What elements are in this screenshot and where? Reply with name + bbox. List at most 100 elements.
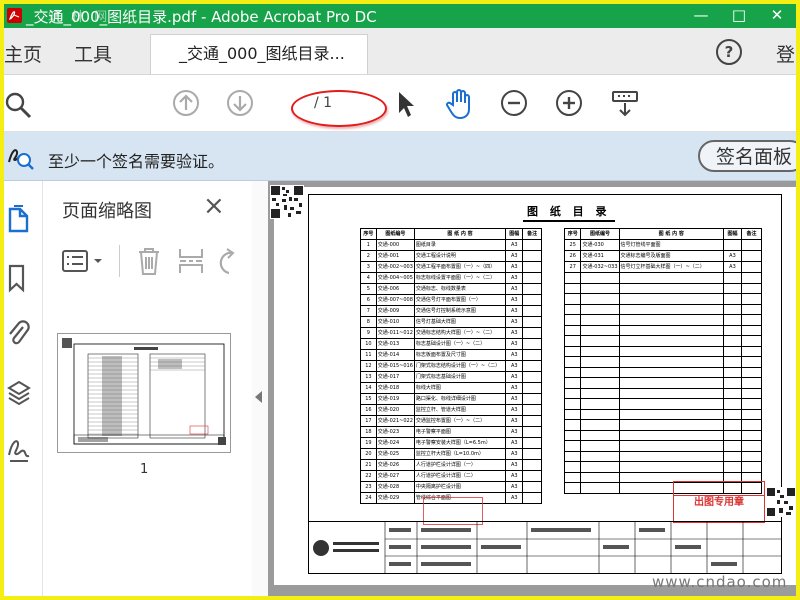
signature-panel-button[interactable]: 签名面板 — [698, 140, 796, 172]
delete-page-icon[interactable] — [135, 245, 163, 277]
hand-tool-icon[interactable] — [444, 87, 476, 121]
header-code: 图纸编号 — [375, 228, 415, 240]
cell-size: A3 — [505, 360, 524, 372]
cell-content: 交通标志、标线数量表 — [413, 283, 507, 295]
bookmark-icon[interactable] — [6, 263, 28, 293]
cell-size: A3 — [722, 261, 743, 273]
prev-page-icon[interactable] — [172, 89, 200, 117]
cell-seq: 22 — [360, 470, 377, 482]
cell-note — [522, 283, 542, 295]
cell-seq: 17 — [360, 415, 377, 427]
cell-code: 交通-017 — [375, 371, 415, 383]
empty-cell — [741, 419, 762, 431]
zoom-in-icon[interactable] — [555, 89, 583, 117]
empty-table-row — [563, 450, 762, 462]
cell-code: 交通-021~022 — [375, 415, 415, 427]
cell-note — [522, 448, 542, 460]
next-page-icon[interactable] — [226, 89, 254, 117]
tab-tools[interactable]: 工具 — [74, 40, 112, 67]
header-size: 图幅 — [722, 228, 743, 240]
empty-table-row — [563, 335, 762, 347]
empty-cell — [580, 398, 620, 410]
cell-seq: 16 — [360, 404, 377, 416]
empty-cell — [741, 398, 762, 410]
select-cursor-icon[interactable] — [394, 89, 418, 119]
pdf-page: 图 纸 目 录 序号 图纸编号 图 纸 内 容 图幅 备注 1 交通-000 图纸目… — [270, 185, 796, 585]
empty-cell — [618, 419, 724, 431]
empty-cell — [722, 440, 743, 452]
cell-content: 门架式标志基础设计图 — [413, 371, 507, 383]
stamp-text: 出图专用章 — [694, 497, 744, 508]
empty-cell — [580, 408, 620, 420]
signature-icon[interactable] — [6, 435, 32, 465]
empty-table-row — [563, 356, 762, 368]
minimize-button[interactable]: — — [682, 4, 720, 28]
restore-button[interactable]: □ — [720, 4, 758, 28]
cell-code: 交通-026 — [375, 459, 415, 471]
cell-code: 交通-013 — [375, 338, 415, 350]
page-thumbnails-icon[interactable] — [6, 203, 32, 233]
page-thumbnail[interactable] — [57, 333, 231, 453]
cell-note — [522, 492, 542, 504]
empty-cell — [563, 345, 582, 357]
document-viewport[interactable]: 图 纸 目 录 序号 图纸编号 图 纸 内 容 图幅 备注 1 交通-000 图纸目… — [268, 181, 796, 596]
empty-cell — [741, 440, 762, 452]
empty-cell — [618, 272, 724, 284]
empty-cell — [580, 440, 620, 452]
table-row: 17 交通-021~022 交通监控布置图（一）~（二） A3 — [360, 415, 542, 427]
thumbnail-page-number: 1 — [140, 462, 149, 477]
close-button[interactable]: ✕ — [758, 4, 796, 28]
cell-code: 交通-000 — [375, 239, 415, 251]
cell-note — [522, 261, 542, 273]
attachment-icon[interactable] — [6, 317, 30, 349]
empty-cell — [580, 314, 620, 326]
thumbnail-options-icon[interactable] — [61, 247, 107, 277]
cell-code: 交通-028 — [375, 481, 415, 493]
empty-table-row — [563, 440, 762, 452]
header-code: 图纸编号 — [580, 228, 620, 240]
zoom-out-icon[interactable] — [500, 89, 528, 117]
cell-size: A3 — [505, 327, 524, 339]
thumbnails-pane: 页面缩略图 × 1 — [43, 181, 253, 596]
cell-code: 交通-029 — [375, 492, 415, 504]
cell-size: A3 — [505, 492, 524, 504]
close-pane-button[interactable]: × — [203, 191, 225, 221]
tab-home[interactable]: 主页 — [4, 40, 42, 67]
login-button[interactable]: 登 — [776, 40, 795, 67]
cell-content: 信号灯管线平面图 — [618, 239, 724, 251]
layers-icon[interactable] — [6, 378, 32, 408]
table-row: 27 交通-032~033 信号灯立杆基础大样图（一）~（二） A3 — [563, 261, 762, 273]
rotate-page-icon[interactable] — [217, 245, 237, 277]
extract-page-icon[interactable] — [177, 245, 205, 277]
collapse-pane-handle[interactable] — [252, 181, 268, 596]
empty-cell — [722, 461, 743, 473]
empty-cell — [563, 387, 582, 399]
empty-cell — [722, 345, 743, 357]
empty-cell — [618, 377, 724, 389]
table-row: 26 交通-031 交通标志编号及版面图 A3 — [563, 250, 762, 262]
empty-table-row — [563, 408, 762, 420]
search-icon[interactable] — [4, 91, 34, 121]
help-icon[interactable]: ? — [716, 39, 742, 65]
cell-content: 交通标志结构大样图（一）~（二） — [413, 327, 507, 339]
table-row: 10 交通-013 标志基础设计图（一）~（二） A3 — [360, 338, 542, 350]
cell-size — [722, 239, 743, 251]
cell-note — [741, 239, 762, 251]
title-block-grid — [313, 522, 781, 574]
empty-cell — [580, 335, 620, 347]
empty-cell — [741, 366, 762, 378]
empty-cell — [722, 408, 743, 420]
tab-document[interactable]: _交通_000_图纸目录... — [150, 34, 368, 74]
empty-cell — [563, 272, 582, 284]
read-mode-icon[interactable] — [610, 89, 640, 119]
empty-cell — [741, 356, 762, 368]
table-row: 9 交通-011~012 交通标志结构大样图（一）~（二） A3 — [360, 327, 542, 339]
table-row: 4 交通-004~005 标志标线设置平面图（一）~（二） A3 — [360, 272, 542, 284]
cell-content: 交通信号灯控制系统示意图 — [413, 305, 507, 317]
empty-cell — [580, 272, 620, 284]
cell-content: 交通工程设计说明 — [413, 250, 507, 262]
cell-code: 交通-018 — [375, 382, 415, 394]
toolbar: / 1 — [4, 75, 796, 132]
cell-note — [522, 382, 542, 394]
empty-cell — [741, 377, 762, 389]
